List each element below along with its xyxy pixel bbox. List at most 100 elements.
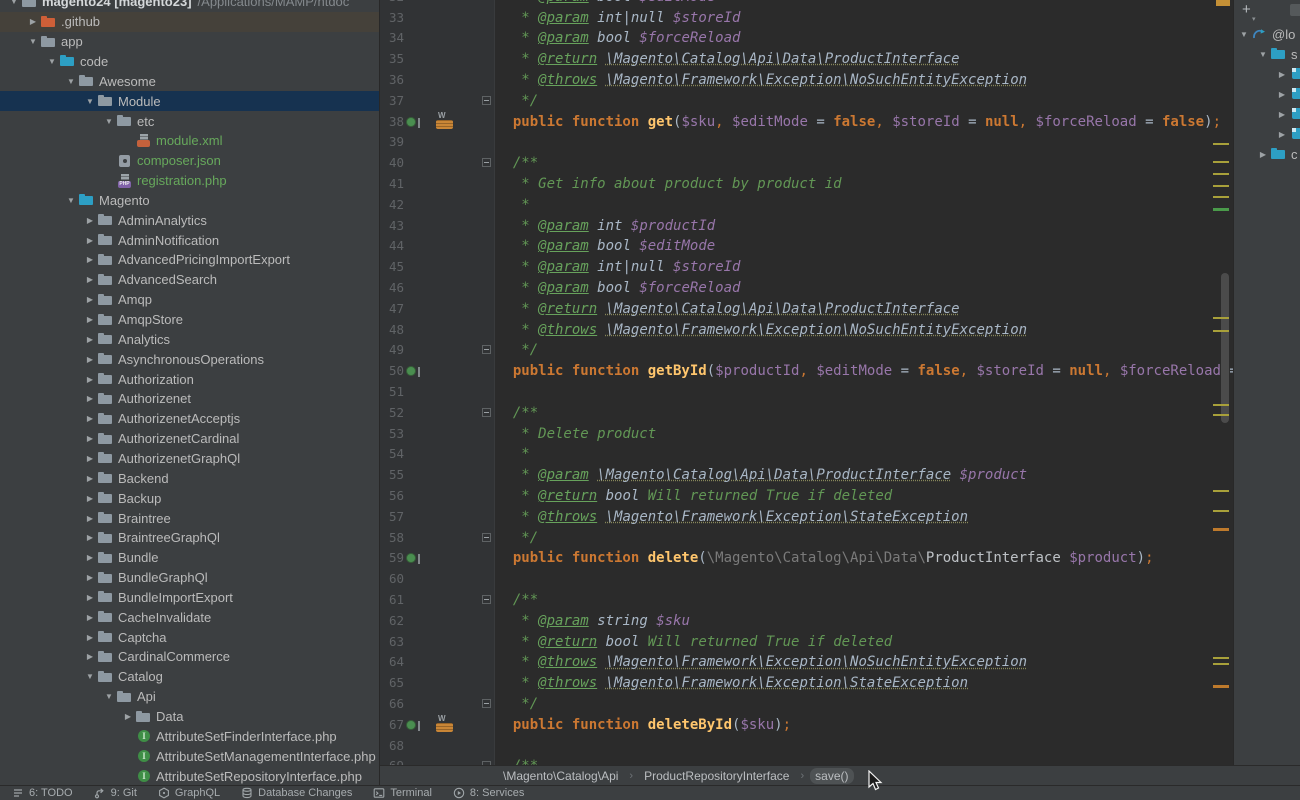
add-button[interactable]: + (1242, 0, 1251, 20)
tree-item-magento24-magento23[interactable]: ▼magento24 [magento23]/Applications/MAMP… (0, 0, 379, 12)
stripe-mark[interactable] (1213, 196, 1229, 198)
stripe-mark[interactable] (1213, 657, 1229, 659)
chevron-right-icon[interactable]: ▶ (84, 553, 96, 562)
tree-item-advancedpricingimportexport[interactable]: ▶AdvancedPricingImportExport (0, 250, 379, 270)
chevron-right-icon[interactable]: ▶ (84, 652, 96, 661)
tree-item-attributesetmanagementinterface-php[interactable]: AttributeSetManagementInterface.php (0, 746, 379, 766)
tree-item-amqpstore[interactable]: ▶AmqpStore (0, 310, 379, 330)
tree-item-authorizenetacceptjs[interactable]: ▶AuthorizenetAcceptjs (0, 409, 379, 429)
fold-marker[interactable] (482, 158, 491, 167)
tree-item-data[interactable]: ▶Data (0, 707, 379, 727)
chevron-right-icon[interactable]: ▶ (84, 394, 96, 403)
tree-item-authorizenetcardinal[interactable]: ▶AuthorizenetCardinal (0, 429, 379, 449)
stripe-mark[interactable] (1213, 414, 1229, 416)
chevron-down-icon[interactable]: ▼ (27, 37, 39, 46)
tree-item-etc[interactable]: ▼etc (0, 111, 379, 131)
chevron-down-icon[interactable]: ▼ (65, 196, 77, 205)
fold-marker[interactable] (482, 408, 491, 417)
stripe-mark[interactable] (1213, 330, 1229, 332)
tree-item-catalog[interactable]: ▼Catalog (0, 667, 379, 687)
stripe-mark[interactable] (1213, 685, 1229, 688)
right-tree-item-table-3[interactable]: ▶ (1234, 84, 1300, 104)
tree-item-cardinalcommerce[interactable]: ▶CardinalCommerce (0, 647, 379, 667)
tree-item-magento[interactable]: ▼Magento (0, 191, 379, 211)
code-area[interactable]: * @param bool $editMode * @param int|nul… (495, 0, 1233, 765)
fold-marker[interactable] (482, 699, 491, 708)
tree-item-github[interactable]: ▶.github (0, 12, 379, 32)
stripe-mark[interactable] (1213, 510, 1229, 512)
tree-item-cacheinvalidate[interactable]: ▶CacheInvalidate (0, 607, 379, 627)
tree-item-braintree[interactable]: ▶Braintree (0, 508, 379, 528)
stripe-mark[interactable] (1213, 173, 1229, 175)
chevron-right-icon[interactable]: ▶ (122, 712, 134, 721)
chevron-down-icon[interactable]: ▼ (84, 97, 96, 106)
tree-item-bundleimportexport[interactable]: ▶BundleImportExport (0, 588, 379, 608)
chevron-right-icon[interactable]: ▶ (84, 236, 96, 245)
chevron-right-icon[interactable]: ▶ (84, 474, 96, 483)
implemented-marker-icon[interactable] (406, 720, 416, 730)
stripe-mark[interactable] (1213, 490, 1229, 492)
tree-item-code[interactable]: ▼code (0, 52, 379, 72)
chevron-right-icon[interactable]: ▶ (84, 355, 96, 364)
tree-item-adminnotification[interactable]: ▶AdminNotification (0, 230, 379, 250)
chevron-right-icon[interactable]: ▶ (1276, 130, 1288, 139)
fold-marker[interactable] (482, 595, 491, 604)
stripe-mark[interactable] (1216, 0, 1230, 6)
fold-marker[interactable] (482, 345, 491, 354)
tree-item-attributesetrepositoryinterface-php[interactable]: AttributeSetRepositoryInterface.php (0, 766, 379, 785)
chevron-right-icon[interactable]: ▶ (84, 295, 96, 304)
statusbar-item-database-changes[interactable]: Database Changes (241, 787, 352, 799)
stripe-mark[interactable] (1213, 404, 1229, 406)
right-tree-item-lo[interactable]: ▼@lo (1234, 24, 1300, 44)
breadcrumb-item-save[interactable]: save() (810, 768, 853, 784)
chevron-right-icon[interactable]: ▶ (84, 335, 96, 344)
tree-item-backend[interactable]: ▶Backend (0, 468, 379, 488)
editor[interactable]: 3233343536373839404142434445464748495051… (380, 0, 1233, 765)
chevron-right-icon[interactable]: ▶ (1276, 70, 1288, 79)
chevron-right-icon[interactable]: ▶ (1257, 150, 1269, 159)
chevron-right-icon[interactable]: ▶ (84, 533, 96, 542)
implemented-marker-icon[interactable] (406, 553, 416, 563)
statusbar-item-graphql[interactable]: GraphQL (158, 787, 220, 799)
chevron-down-icon[interactable]: ▼ (46, 57, 58, 66)
stripe-mark[interactable] (1213, 663, 1229, 665)
chevron-right-icon[interactable]: ▶ (84, 414, 96, 423)
right-tree-item-s[interactable]: ▼s (1234, 44, 1300, 64)
stripe-mark[interactable] (1213, 317, 1229, 319)
tree-item-attributesetfinderinterface-php[interactable]: AttributeSetFinderInterface.php (0, 726, 379, 746)
chevron-right-icon[interactable]: ▶ (1276, 90, 1288, 99)
tree-item-captcha[interactable]: ▶Captcha (0, 627, 379, 647)
chevron-right-icon[interactable]: ▶ (84, 593, 96, 602)
stripe-mark[interactable] (1213, 185, 1229, 187)
webapi-marker-icon[interactable] (436, 120, 453, 129)
chevron-right-icon[interactable]: ▶ (84, 275, 96, 284)
tree-item-advancedsearch[interactable]: ▶AdvancedSearch (0, 270, 379, 290)
chevron-right-icon[interactable]: ▶ (84, 514, 96, 523)
chevron-right-icon[interactable]: ▶ (84, 216, 96, 225)
chevron-down-icon[interactable]: ▼ (103, 692, 115, 701)
chevron-right-icon[interactable]: ▶ (84, 315, 96, 324)
tree-item-module-xml[interactable]: module.xml (0, 131, 379, 151)
chevron-right-icon[interactable]: ▶ (84, 613, 96, 622)
tree-item-awesome[interactable]: ▼Awesome (0, 71, 379, 91)
stripe-mark[interactable] (1213, 143, 1229, 145)
chevron-right-icon[interactable]: ▶ (84, 633, 96, 642)
implemented-marker-icon[interactable] (406, 117, 416, 127)
tree-item-api[interactable]: ▼Api (0, 687, 379, 707)
fold-marker[interactable] (482, 96, 491, 105)
tree-item-authorizenetgraphql[interactable]: ▶AuthorizenetGraphQl (0, 449, 379, 469)
breadcrumb-item-magento-catalog-api[interactable]: \Magento\Catalog\Api (498, 768, 623, 784)
tree-item-backup[interactable]: ▶Backup (0, 488, 379, 508)
tree-item-composer-json[interactable]: composer.json (0, 151, 379, 171)
tree-item-analytics[interactable]: ▶Analytics (0, 329, 379, 349)
chevron-right-icon[interactable]: ▶ (84, 573, 96, 582)
chevron-down-icon[interactable]: ▼ (8, 0, 20, 6)
right-tree-item-table-5[interactable]: ▶ (1234, 124, 1300, 144)
stripe-mark[interactable] (1213, 161, 1229, 163)
chevron-right-icon[interactable]: ▶ (84, 454, 96, 463)
tree-item-adminanalytics[interactable]: ▶AdminAnalytics (0, 210, 379, 230)
right-tree-item-table-4[interactable]: ▶ (1234, 104, 1300, 124)
webapi-marker-icon[interactable] (436, 723, 453, 732)
tree-item-registration-php[interactable]: registration.php (0, 171, 379, 191)
editor-scrollbar-stripe[interactable] (1209, 0, 1233, 765)
